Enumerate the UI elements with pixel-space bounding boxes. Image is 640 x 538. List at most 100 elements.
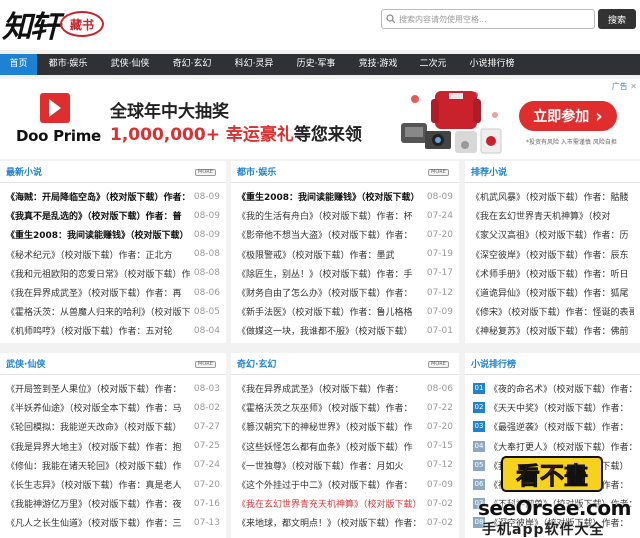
list-item[interactable]: 《我是异界大地主》（校对版下载）作者：抱 07-25 — [0, 437, 226, 456]
list-item[interactable]: 《霍格沃茨：从兽魔人归来的哈利》（校对版下 08-05 — [0, 302, 226, 321]
book-title[interactable]: 《轮回模拟：我能逆天改命》（校对版下载） — [6, 420, 190, 433]
list-item[interactable]: 《我的生活有舟白》（校对版下载）作者：杯 07-24 — [231, 206, 459, 225]
book-title[interactable]: 《做媒这一块，我谁都不服》（校对版下载） — [237, 324, 423, 337]
list-item[interactable]: 《我在异界成武圣》（校对版下载）作者： 08-06 — [231, 379, 459, 398]
nav-ranking[interactable]: 小说排行榜 — [457, 54, 527, 75]
list-item[interactable]: 《秘术纪元》（校对版下载）作者：正北方 08-08 — [0, 245, 226, 264]
list-item[interactable]: 《凡人之长生仙道》（校对版下载）作者：三 07-13 — [0, 513, 226, 532]
book-title[interactable]: 《我在玄幻世界青充天机神算》（校对版下载） — [237, 497, 423, 510]
book-title[interactable]: 《霍格沃茨：从兽魔人归来的哈利》（校对版下 — [6, 305, 190, 318]
list-item[interactable]: 《开局签到圣人果位》（校对版下载）作者： 08-03 — [0, 379, 226, 398]
more-button[interactable]: MORE — [195, 361, 216, 368]
book-title[interactable]: 《我能神游亿万里》（校对版下载）作者：夜 — [6, 497, 190, 510]
book-title[interactable]: 《我真不是乱选的》（校对版下载）作者：普 — [6, 209, 190, 222]
panel-title[interactable]: 奇幻·玄幻 — [231, 357, 276, 370]
list-item[interactable]: 《我真不是乱选的》（校对版下载）作者：普 08-09 — [0, 206, 226, 225]
book-title[interactable]: 《修宋》（校对版下载）作者：怪诞的表哥 — [471, 305, 634, 318]
book-title[interactable]: 《我的生活有舟白》（校对版下载）作者：杯 — [237, 209, 423, 222]
list-item[interactable]: 《除匠生，别丛！》（校对版下载）作者：手 07-17 — [231, 264, 459, 283]
nav-games[interactable]: 竞技·游戏 — [347, 54, 409, 75]
nav-fantasy[interactable]: 奇幻·玄幻 — [161, 54, 223, 75]
ad-banner[interactable]: 广告 ✕ Doo Prime 全球年中大抽奖 1,000,000+ 幸运豪礼等您… — [0, 79, 640, 159]
list-item[interactable]: 《半妖养仙途》（校对版全本下载）作者：马 08-02 — [0, 398, 226, 417]
nav-wuxia[interactable]: 武侠·仙侠 — [99, 54, 161, 75]
book-title[interactable]: 《术师手册》（校对版下载）作者：听日 — [471, 267, 634, 280]
list-item[interactable]: 《做媒这一块，我谁都不服》（校对版下载） 07-01 — [231, 321, 459, 340]
list-item[interactable]: 《我在异界成武圣》（校对版下载）作者：再 08-06 — [0, 283, 226, 302]
list-item[interactable]: 《家父汉高祖》（校对版下载）作者：历 — [465, 225, 640, 244]
search-input[interactable] — [399, 14, 589, 24]
nav-acg[interactable]: 二次元 — [409, 54, 457, 75]
book-title[interactable]: 《我在异界成武圣》（校对版下载）作者： — [237, 382, 423, 395]
book-title[interactable]: 《深空彼岸》（校对版下载）作者：辰东 — [471, 248, 634, 261]
book-title[interactable]: 《重生2008：我间读能赚钱》（校对版下载） — [237, 190, 423, 203]
panel-title[interactable]: 都市·娱乐 — [231, 165, 276, 178]
book-title[interactable]: 《我和元祖欧阳的恋爱日常》（校对版下载）作 — [6, 267, 190, 280]
more-button[interactable]: MORE — [428, 361, 449, 368]
ad-cta-button[interactable]: 立即参加 — [519, 101, 617, 131]
list-item[interactable]: 《重生2008：我间读能赚钱》（校对版下载） 08-09 — [231, 187, 459, 206]
book-title[interactable]: 《除匠生，别丛！》（校对版下载）作者：手 — [237, 267, 423, 280]
nav-scifi[interactable]: 科幻·灵异 — [223, 54, 285, 75]
list-item[interactable]: 《极限警戒》（校对版下载）作者：墨武 07-19 — [231, 245, 459, 264]
list-item[interactable]: 《我在玄幻世界青充天机神算》（校对版下载） 07-02 — [231, 494, 459, 513]
list-item[interactable]: 《道诡异仙》（校对版下载）作者：狐尾 — [465, 283, 640, 302]
list-item[interactable]: 《术师手册》（校对版下载）作者：听日 — [465, 264, 640, 283]
book-title[interactable]: 《修仙：我能在诸天轮回》（校对版下载）作 — [6, 459, 190, 472]
panel-title[interactable]: 最新小说 — [0, 165, 42, 178]
list-item[interactable]: 《长生志异》（校对版下载）作者：真是老人 07-20 — [0, 475, 226, 494]
list-item[interactable]: 《海贼：开局降临空岛》（校对版下载）作者： 08-09 — [0, 187, 226, 206]
nav-history[interactable]: 历史·军事 — [285, 54, 347, 75]
book-title[interactable]: 《海贼：开局降临空岛》（校对版下载）作者： — [6, 190, 190, 203]
book-title[interactable]: 《霍格沃茨之灰巫师》（校对版下载）作者： — [237, 401, 423, 414]
book-title[interactable]: 《来地球，都文明点！》（校对版下载）作者： — [237, 516, 423, 529]
panel-title[interactable]: 小说排行榜 — [465, 357, 516, 370]
search-box[interactable] — [381, 9, 595, 29]
more-button[interactable]: MORE — [428, 169, 449, 176]
list-item[interactable]: 《新手法医》（校对版下载）作者：鲁儿格格 07-09 — [231, 302, 459, 321]
nav-urban[interactable]: 都市·娱乐 — [37, 54, 99, 75]
list-item[interactable]: 《重生2008：我间读能赚钱》（校对版下载） 08-09 — [0, 225, 226, 244]
list-item[interactable]: 《我能神游亿万里》（校对版下载）作者：夜 07-16 — [0, 494, 226, 513]
list-item[interactable]: 《这个外挂过于中二》（校对版下载）作者： 07-09 — [231, 475, 459, 494]
list-item[interactable]: 《霍格沃茨之灰巫师》（校对版下载）作者： 07-22 — [231, 398, 459, 417]
book-title[interactable]: 《神秘复苏》（校对版下载）作者：佛前 — [471, 324, 634, 337]
book-title[interactable]: 《道诡异仙》（校对版下载）作者：狐尾 — [471, 286, 634, 299]
book-title[interactable]: 《长生志异》（校对版下载）作者：真是老人 — [6, 478, 190, 491]
book-title[interactable]: 《天天中奖》（校对版下载）作者： — [489, 401, 629, 414]
panel-title[interactable]: 武侠·仙侠 — [0, 357, 45, 370]
book-title[interactable]: 《影帝他不想当大盗》（校对版下载）作者： — [237, 228, 423, 241]
book-title[interactable]: 《开局签到圣人果位》（校对版下载）作者： — [6, 382, 190, 395]
ranking-item[interactable]: 03 《最强逆袭》（校对版下载）作者： — [465, 417, 640, 436]
book-title[interactable]: 《机武风暴》（校对版下载）作者：骷髅 — [471, 190, 634, 203]
list-item[interactable]: 《深空彼岸》（校对版下载）作者：辰东 — [465, 245, 640, 264]
book-title[interactable]: 《半妖养仙途》（校对版全本下载）作者：马 — [6, 401, 190, 414]
more-button[interactable]: MORE — [195, 169, 216, 176]
book-title[interactable]: 《这些妖怪怎么都有血条》（校对版下载）作 — [237, 440, 423, 453]
site-logo[interactable]: 知轩 藏书 — [2, 2, 104, 46]
book-title[interactable]: 《家父汉高祖》（校对版下载）作者：历 — [471, 228, 634, 241]
book-title[interactable]: 《重生2008：我间读能赚钱》（校对版下载） — [6, 228, 190, 241]
book-title[interactable]: 《我是异界大地主》（校对版下载）作者：抱 — [6, 440, 190, 453]
book-title[interactable]: 《一世独尊》（校对版下载）作者：月如火 — [237, 459, 423, 472]
list-item[interactable]: 《修仙：我能在诸天轮回》（校对版下载）作 07-24 — [0, 456, 226, 475]
ad-badge[interactable]: 广告 ✕ — [612, 81, 637, 92]
list-item[interactable]: 《神秘复苏》（校对版下载）作者：佛前 — [465, 321, 640, 340]
book-title[interactable]: 《极限警戒》（校对版下载）作者：墨武 — [237, 248, 423, 261]
list-item[interactable]: 《财务自由了怎么办》（校对版下载）作者： 07-12 — [231, 283, 459, 302]
book-title[interactable]: 《我在玄幻世界青天机神算》（校对 — [471, 209, 634, 222]
book-title[interactable]: 《这个外挂过于中二》（校对版下载）作者： — [237, 478, 423, 491]
ranking-item[interactable]: 01 《夜的命名术》（校对版下载）作者： — [465, 379, 640, 398]
list-item[interactable]: 《这些妖怪怎么都有血条》（校对版下载）作 07-15 — [231, 437, 459, 456]
book-title[interactable]: 《夜的命名术》（校对版下载）作者： — [489, 382, 638, 395]
list-item[interactable]: 《影帝他不想当大盗》（校对版下载）作者： 07-20 — [231, 225, 459, 244]
list-item[interactable]: 《机师鸣哼》（校对版下载）作者：五对轮 08-04 — [0, 321, 226, 340]
book-title[interactable]: 《凡人之长生仙道》（校对版下载）作者：三 — [6, 516, 190, 529]
list-item[interactable]: 《来地球，都文明点！》（校对版下载）作者： 07-02 — [231, 513, 459, 532]
list-item[interactable]: 《修宋》（校对版下载）作者：怪诞的表哥 — [465, 302, 640, 321]
ranking-item[interactable]: 02 《天天中奖》（校对版下载）作者： — [465, 398, 640, 417]
nav-home[interactable]: 首页 — [0, 54, 37, 75]
book-title[interactable]: 《篡汉朝究下的神秘世界》（校对版下载）作 — [237, 420, 423, 433]
book-title[interactable]: 《财务自由了怎么办》（校对版下载）作者： — [237, 286, 423, 299]
book-title[interactable]: 《机师鸣哼》（校对版下载）作者：五对轮 — [6, 324, 190, 337]
